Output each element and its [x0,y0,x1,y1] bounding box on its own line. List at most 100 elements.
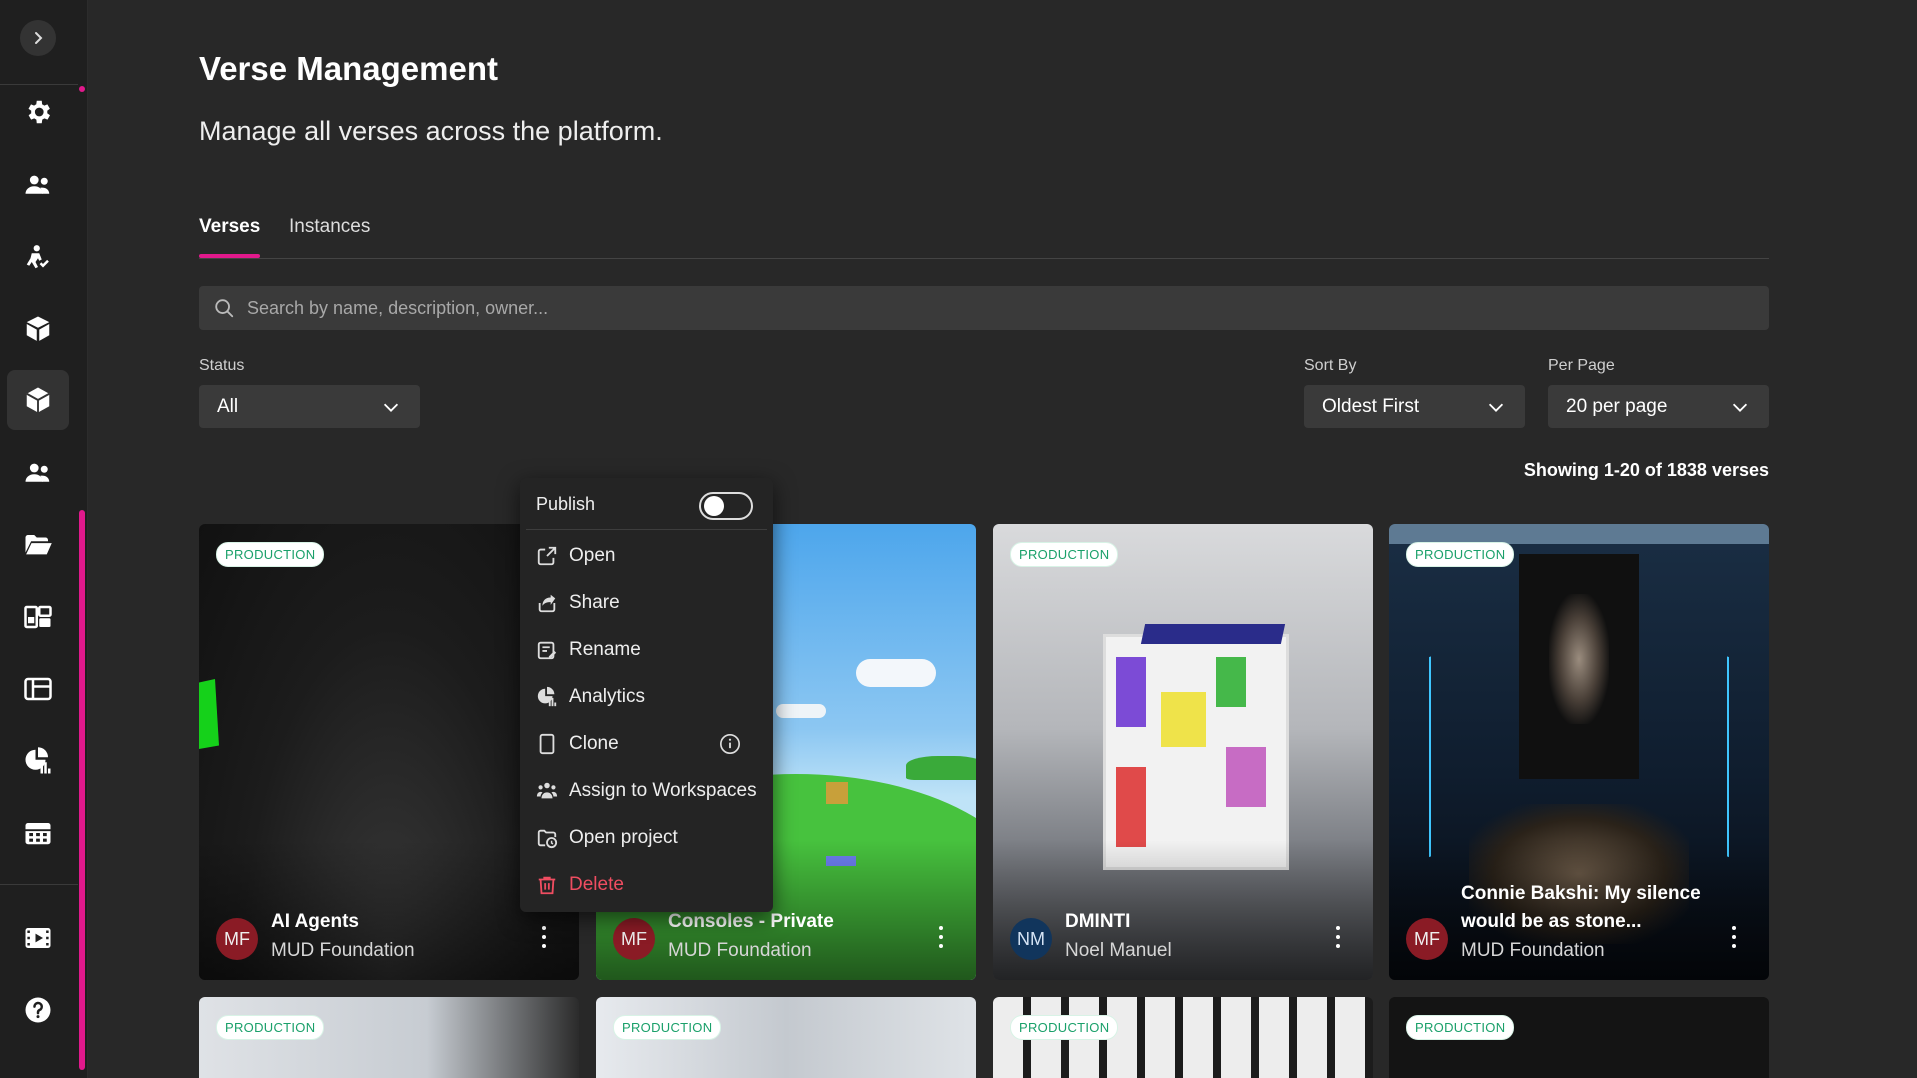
clone-icon [539,733,555,755]
more-options-button[interactable] [539,926,549,948]
user-check-icon [26,245,49,269]
verse-card[interactable]: PRODUCTION [1389,997,1769,1078]
gear-icon [28,100,51,124]
help-icon [25,997,51,1023]
card-shade [993,840,1373,980]
per-page-select[interactable]: 20 per page [1548,385,1769,428]
more-options-button[interactable] [1333,926,1343,948]
layout-icon [24,605,52,629]
video-icon [25,928,51,948]
status-badge: PRODUCTION [216,1015,325,1040]
menu-item-open[interactable]: Open [536,540,615,572]
external-link-icon [537,546,557,566]
menu-item-delete[interactable]: Delete [536,869,624,901]
tab-bar: Verses Instances [199,215,1769,259]
boxes-icon [26,316,50,341]
search-bar [199,286,1769,330]
avatar: MF [613,918,655,960]
sidebar-item-groups[interactable] [7,443,69,503]
menu-item-label: Rename [569,639,641,660]
menu-item-label: Analytics [569,686,646,707]
verse-card[interactable]: PRODUCTION NM DMINTI Noel Manuel [993,524,1373,980]
floating-island [906,756,976,780]
status-badge: PRODUCTION [1406,1015,1515,1040]
verse-card[interactable]: PRODUCTION [199,997,579,1078]
menu-divider [526,529,767,530]
sidebar-item-help[interactable] [7,980,69,1040]
hanging-banner [1519,554,1639,779]
sidebar-item-verses[interactable] [7,370,69,430]
sidebar-item-analytics[interactable] [7,731,69,791]
sidebar-item-layouts[interactable] [7,587,69,647]
chevron-right-icon [35,32,43,44]
tab-instances[interactable]: Instances [289,215,370,258]
verse-owner: MUD Foundation [1461,940,1605,961]
question-block [826,782,848,804]
menu-item-analytics[interactable]: Analytics [536,681,645,713]
menu-item-open-project[interactable]: Open project [536,822,678,854]
sidebar-divider [0,884,78,885]
calendar-icon [25,823,51,845]
sidebar-scroll-indicator [79,86,85,92]
tab-verses[interactable]: Verses [199,215,261,258]
sidebar-item-settings[interactable] [7,82,69,142]
sidebar-item-users[interactable] [7,155,69,215]
sidebar-item-calendar[interactable] [7,803,69,863]
color-panel [1116,657,1146,727]
search-input[interactable] [245,296,1649,320]
info-icon[interactable] [719,733,741,755]
chevron-down-icon [383,403,399,412]
cloud-shape [776,704,826,718]
publish-toggle[interactable] [699,492,753,520]
sidebar-item-files[interactable] [7,515,69,575]
status-select[interactable]: All [199,385,420,428]
search-icon [215,299,234,318]
share-icon [538,594,556,613]
per-page-select-value: 20 per page [1566,395,1668,417]
verse-owner: MUD Foundation [271,940,415,961]
sort-label: Sort By [1304,357,1357,374]
sidebar [0,0,88,1078]
menu-item-rename[interactable]: Rename [536,634,641,666]
status-badge: PRODUCTION [1010,542,1119,567]
rename-icon [537,641,557,660]
menu-item-assign-workspaces[interactable]: Assign to Workspaces [536,775,757,807]
group-icon [25,463,50,482]
open-project-icon [537,829,558,849]
sidebar-item-panels[interactable] [7,659,69,719]
trash-icon [538,876,556,895]
menu-item-clone[interactable]: Clone [536,728,757,760]
ceiling-lights [1389,524,1769,544]
page-subtitle: Manage all verses across the platform. [199,116,663,146]
chevron-down-icon [1488,403,1504,412]
more-options-button[interactable] [1729,926,1739,948]
status-badge: PRODUCTION [613,1015,722,1040]
users-icon [25,175,50,194]
verse-card[interactable]: PRODUCTION [596,997,976,1078]
verse-owner: Noel Manuel [1065,940,1172,961]
status-badge: PRODUCTION [216,542,325,567]
avatar: MF [1406,918,1448,960]
sidebar-item-boxes[interactable] [7,299,69,359]
folder-open-icon [25,535,52,555]
menu-item-share[interactable]: Share [536,587,620,619]
sidebar-expand-button[interactable] [20,20,56,56]
color-panel [1226,747,1266,807]
sort-select[interactable]: Oldest First [1304,385,1525,428]
verse-name: AI Agents [271,911,359,932]
publish-label: Publish [536,494,596,514]
analytics-icon [537,686,557,707]
panel-icon [24,677,52,701]
sidebar-item-user-check[interactable] [7,227,69,287]
workspaces-icon [536,782,558,799]
verse-card[interactable]: PRODUCTION MF Connie Bakshi: My silence … [1389,524,1769,980]
sidebar-scrollbar-thumb[interactable] [79,510,85,1070]
verse-card[interactable]: PRODUCTION [993,997,1373,1078]
sidebar-item-video[interactable] [7,908,69,968]
per-page-label: Per Page [1548,357,1615,374]
more-options-button[interactable] [936,926,946,948]
color-panel [1161,692,1206,747]
building-model [1103,634,1289,870]
avatar: MF [216,918,258,960]
page-title: Verse Management [199,50,498,87]
